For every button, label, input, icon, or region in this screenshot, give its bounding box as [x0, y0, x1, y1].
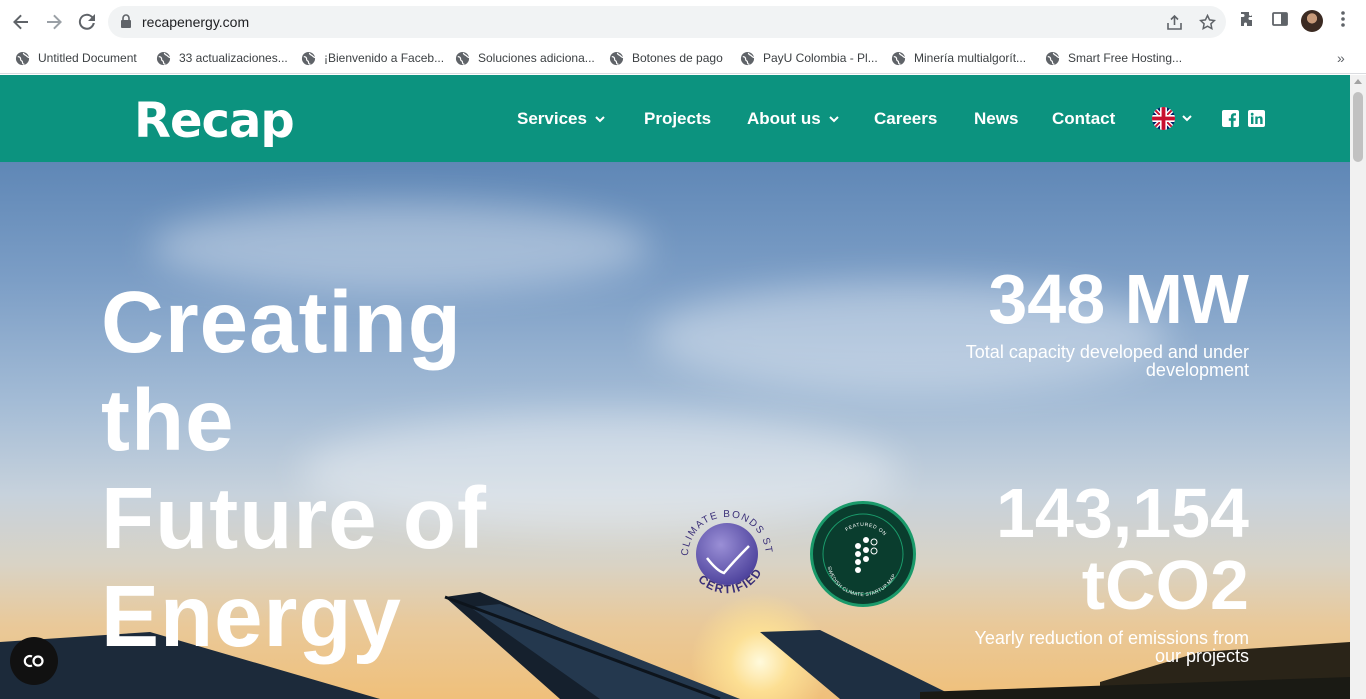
swedish-climate-startup-map-badge[interactable]: FEATURED ON SWEDISH CLIMATE STARTUP MAP: [810, 501, 916, 607]
climate-bonds-certified-badge[interactable]: CLIMATE BONDS STANDARD CERTIFIED: [674, 501, 780, 607]
bookmark-item[interactable]: Smart Free Hosting...: [1045, 50, 1182, 66]
stat-capacity-value: 348 MW: [988, 260, 1249, 338]
nav-about-us[interactable]: About us: [747, 109, 839, 129]
bookmarks-overflow-button[interactable]: »: [1337, 50, 1345, 66]
bookmark-item[interactable]: ¡Bienvenido a Faceb...: [301, 50, 444, 66]
nav-news[interactable]: News: [974, 109, 1018, 129]
nav-services[interactable]: Services: [517, 109, 605, 129]
lock-icon: [120, 14, 132, 34]
globe-icon: [740, 51, 755, 65]
forward-arrow-icon[interactable]: [42, 10, 66, 34]
globe-icon: [15, 51, 30, 65]
back-arrow-icon[interactable]: [9, 10, 33, 34]
globe-icon: [609, 51, 624, 65]
uk-flag-icon[interactable]: [1152, 107, 1175, 130]
linkedin-icon[interactable]: [1248, 110, 1265, 132]
side-panel-icon[interactable]: [1271, 10, 1289, 33]
site-header: Recap Services Projects About us Careers…: [0, 75, 1350, 162]
svg-text:SWEDISH CLIMATE STARTUP MAP: SWEDISH CLIMATE STARTUP MAP: [826, 566, 898, 598]
svg-text:FEATURED ON: FEATURED ON: [844, 522, 887, 538]
globe-icon: [301, 51, 316, 65]
scrollbar-thumb[interactable]: [1353, 92, 1363, 162]
share-icon[interactable]: [1166, 14, 1183, 36]
star-icon[interactable]: [1198, 13, 1217, 36]
hero-section: Creating the Future of Energy 348 MW Tot…: [0, 162, 1350, 699]
bookmark-item[interactable]: Untitled Document: [15, 50, 137, 66]
globe-icon: [1045, 51, 1060, 65]
nav-careers[interactable]: Careers: [874, 109, 937, 129]
kebab-menu-icon[interactable]: [1336, 10, 1350, 33]
site-logo[interactable]: Recap: [134, 93, 295, 149]
nav-contact[interactable]: Contact: [1052, 109, 1115, 129]
chevron-down-icon: [828, 115, 839, 122]
stat-emissions-value: 143,154 tCO2: [995, 474, 1249, 624]
url-text: recapenergy.com: [142, 14, 250, 30]
hero-headline: Creating the Future of Energy: [101, 274, 487, 665]
globe-icon: [156, 51, 171, 65]
reload-icon[interactable]: [75, 10, 99, 34]
cookie-settings-button[interactable]: [10, 637, 58, 685]
scroll-up-arrow[interactable]: [1354, 79, 1362, 84]
facebook-icon[interactable]: [1222, 110, 1239, 132]
bookmark-item[interactable]: PayU Colombia - Pl...: [740, 50, 878, 66]
globe-icon: [891, 51, 906, 65]
cookie-icon: [23, 654, 44, 668]
bookmark-item[interactable]: 33 actualizaciones...: [156, 50, 288, 66]
extensions-icon[interactable]: [1239, 10, 1257, 33]
nav-projects[interactable]: Projects: [644, 109, 711, 129]
globe-icon: [455, 51, 470, 65]
bookmarks-bar: Untitled Document 33 actualizaciones... …: [0, 42, 1366, 74]
address-bar[interactable]: recapenergy.com: [108, 6, 1226, 38]
browser-toolbar: recapenergy.com: [0, 0, 1366, 42]
page-scrollbar[interactable]: [1350, 75, 1366, 699]
chevron-down-icon[interactable]: [1182, 115, 1192, 122]
chevron-down-icon: [595, 115, 605, 122]
bookmark-item[interactable]: Minería multialgorít...: [891, 50, 1026, 66]
stat-capacity-caption: Total capacity developed and under devel…: [965, 342, 1249, 380]
profile-avatar[interactable]: [1301, 10, 1323, 32]
stat-emissions-caption: Yearly reduction of emissions from our p…: [974, 628, 1249, 666]
bookmark-item[interactable]: Soluciones adiciona...: [455, 50, 595, 66]
bookmark-item[interactable]: Botones de pago: [609, 50, 723, 66]
